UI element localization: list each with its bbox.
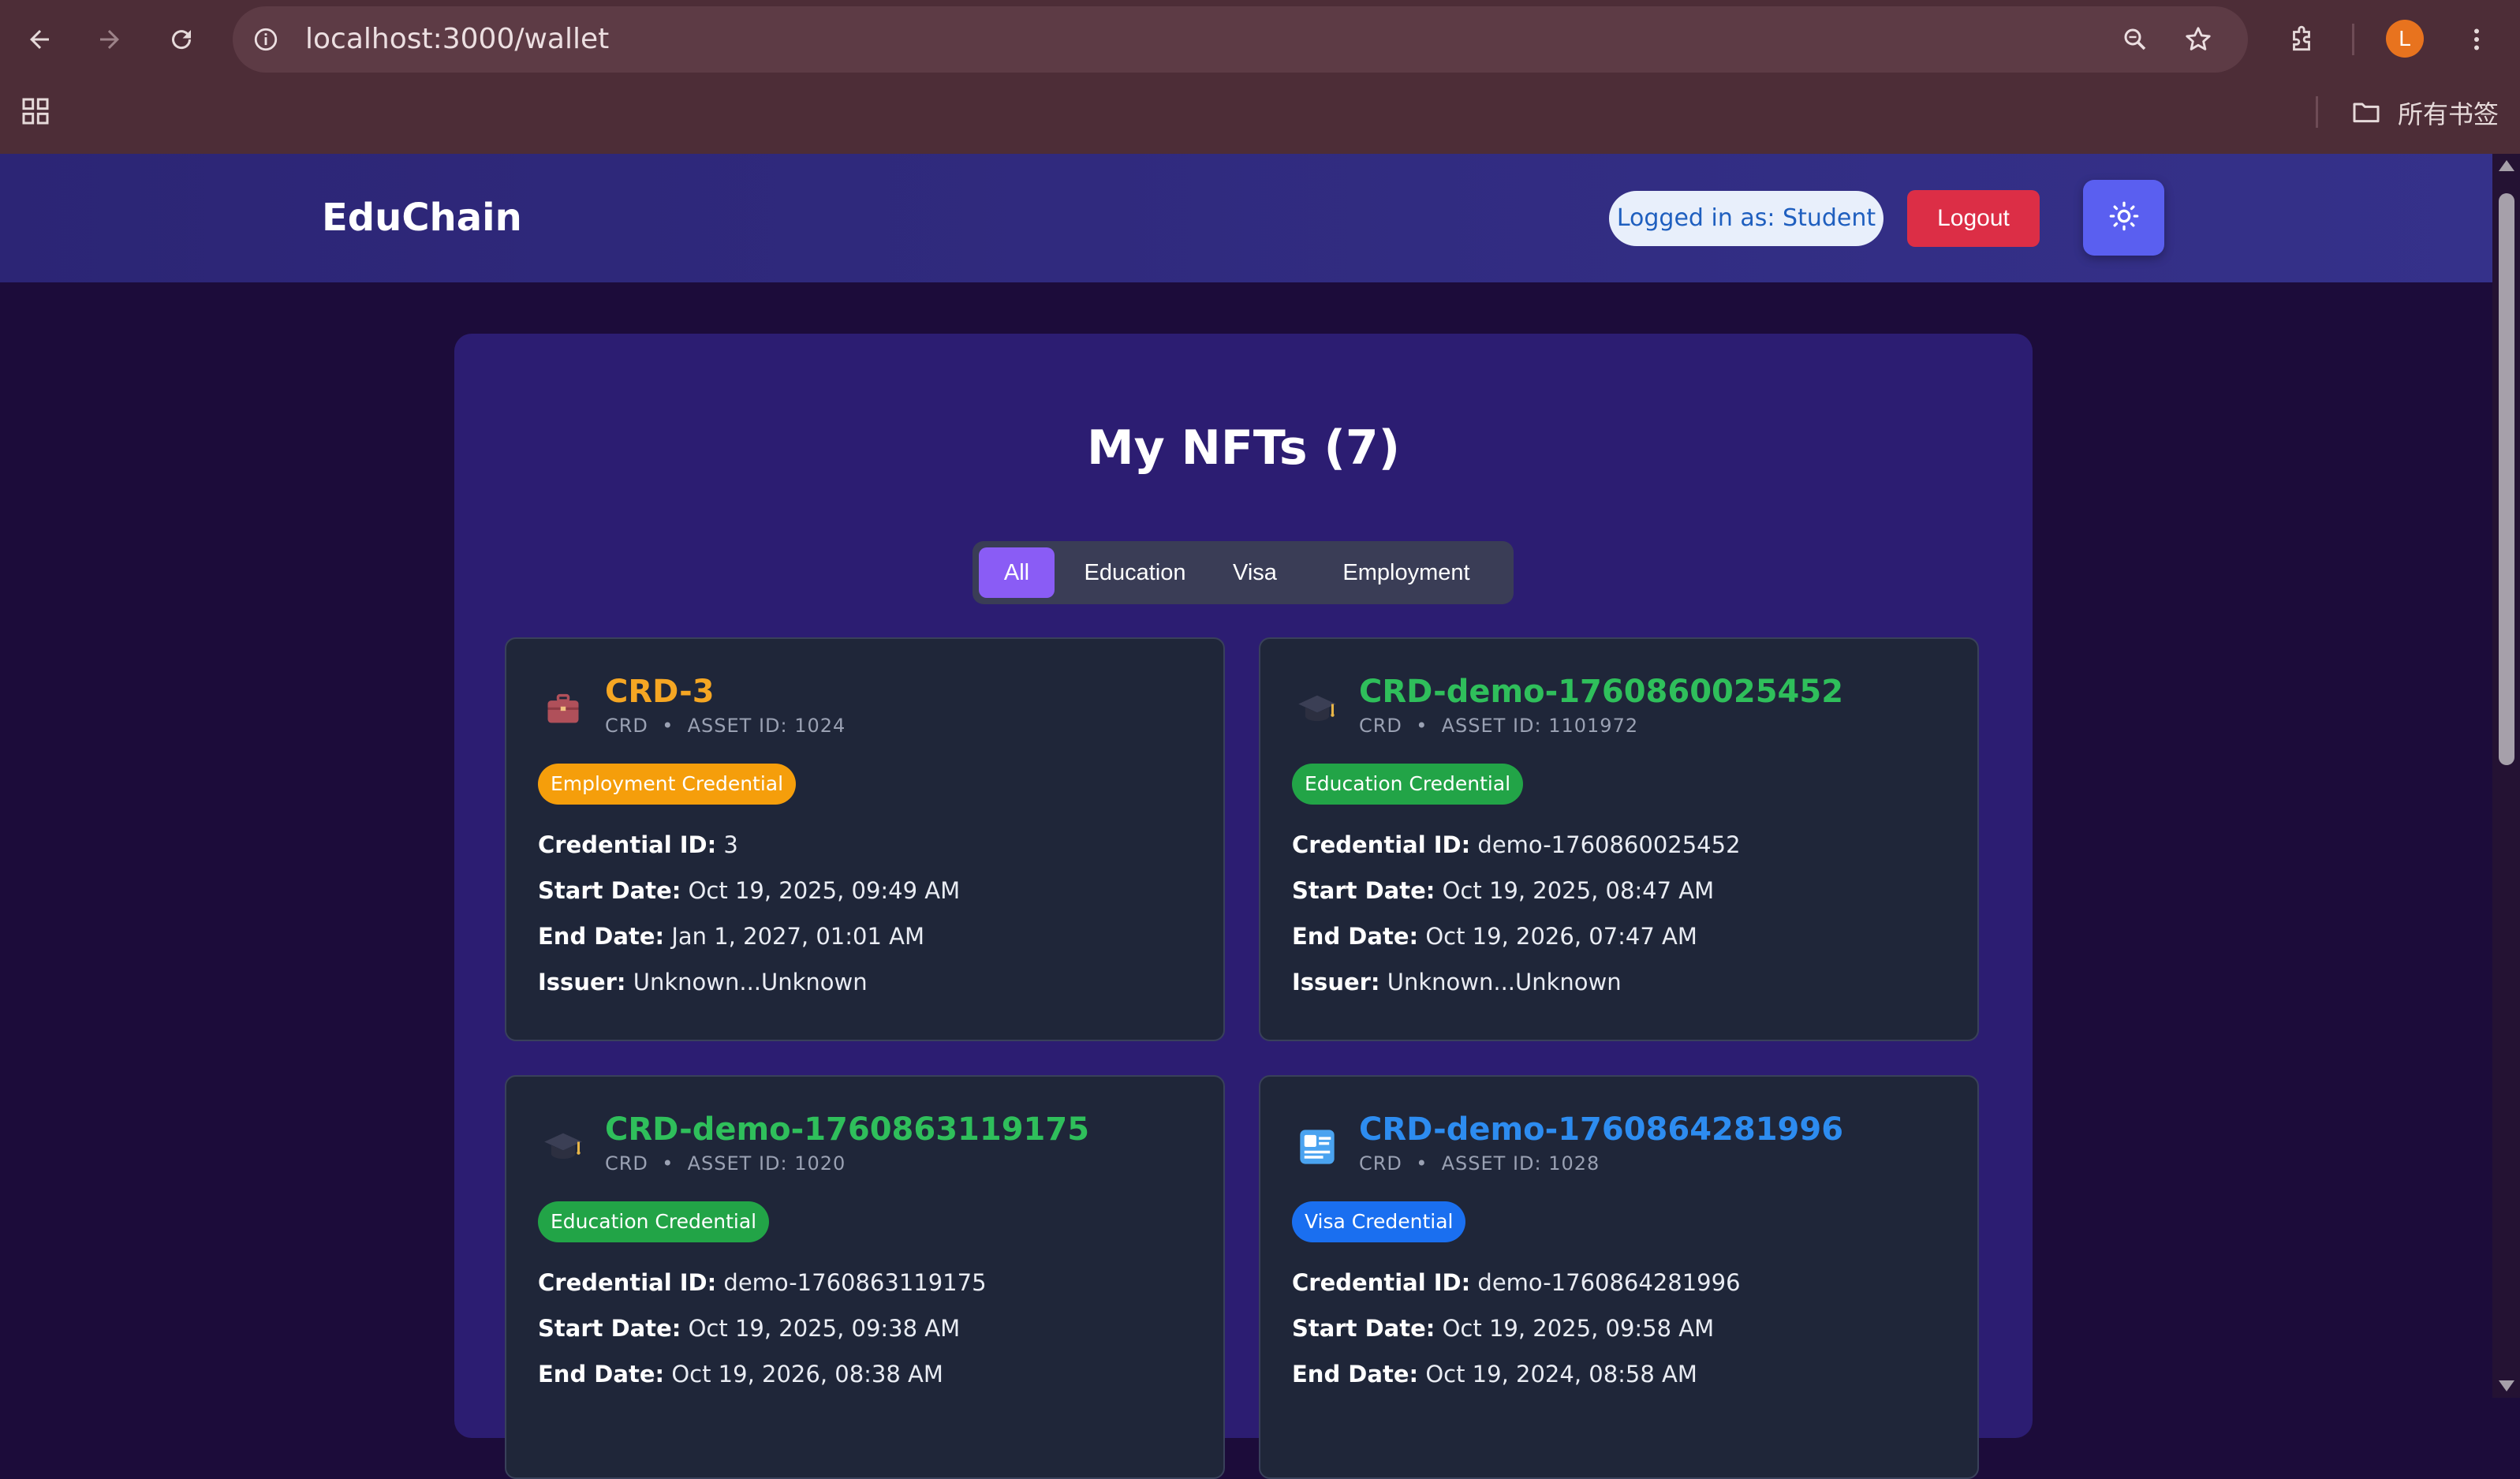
credential-id: Credential ID: demo-1760860025452 [1292,831,1741,858]
start-date: Start Date: Oct 19, 2025, 08:47 AM [1292,877,1715,904]
scroll-thumb[interactable] [2499,193,2514,765]
login-status-badge: Logged in as: Student [1609,191,1883,246]
graduation-cap-icon [1296,688,1338,730]
nft-card[interactable]: CRD-3 CRD • ASSET ID: 1024 Employment Cr… [505,637,1225,1041]
brand-logo[interactable]: EduChain [322,154,522,282]
credential-id: Credential ID: 3 [538,831,738,858]
apps-icon[interactable] [17,93,54,129]
card-title: CRD-demo-1760863119175 [605,1111,1090,1148]
main-content: My NFTs (7) All Education Visa Employmen… [0,282,2492,1479]
browser-chrome: localhost:3000/wallet L 所有书签 [0,0,2520,154]
all-bookmarks-label[interactable]: 所有书签 [2398,95,2499,134]
folder-icon[interactable] [2349,95,2384,129]
end-date: End Date: Oct 19, 2026, 08:38 AM [538,1361,943,1387]
address-bar[interactable]: localhost:3000/wallet [233,6,2248,73]
passport-icon [1296,1126,1338,1168]
end-date: End Date: Jan 1, 2027, 01:01 AM [538,923,925,950]
credential-type-badge: Education Credential [538,1201,770,1242]
card-subtitle: CRD • ASSET ID: 1020 [605,1152,846,1175]
toolbar-divider [2352,24,2354,55]
url-text[interactable]: localhost:3000/wallet [305,6,609,73]
filter-tab-employment[interactable]: Employment [1312,547,1501,598]
page-title: My NFTs (7) [1086,420,1401,476]
site-info-icon[interactable] [248,22,283,57]
card-title: CRD-demo-1760860025452 [1359,674,1844,710]
end-date: End Date: Oct 19, 2026, 07:47 AM [1292,923,1697,950]
graduation-cap-icon [542,1126,584,1168]
filter-tab-all[interactable]: All [979,547,1055,598]
issuer: Issuer: Unknown...Unknown [1292,969,1622,995]
credential-type-badge: Education Credential [1292,764,1524,805]
start-date: Start Date: Oct 19, 2025, 09:49 AM [538,877,961,904]
card-title: CRD-demo-1760864281996 [1359,1111,1844,1148]
back-arrow-icon[interactable] [22,22,57,57]
filter-tab-visa[interactable]: Visa [1214,547,1296,598]
filter-tab-education[interactable]: Education [1072,547,1198,598]
bookmarks-divider [2316,96,2318,128]
card-title: CRD-3 [605,674,715,710]
credential-type-badge: Employment Credential [538,764,797,805]
scroll-up-arrow-icon[interactable] [2499,160,2514,171]
reload-icon[interactable] [164,22,199,57]
wallet-panel: My NFTs (7) All Education Visa Employmen… [454,334,2033,1479]
filter-tabs: All Education Visa Employment [973,541,1514,604]
nft-card[interactable]: CRD-demo-1760863119175 CRD • ASSET ID: 1… [505,1075,1225,1479]
card-subtitle: CRD • ASSET ID: 1028 [1359,1152,1600,1175]
page-scrollbar[interactable] [2492,154,2520,1398]
menu-icon[interactable] [2459,22,2494,57]
extensions-icon[interactable] [2284,22,2319,57]
nft-card[interactable]: CRD-demo-1760860025452 CRD • ASSET ID: 1… [1259,637,1979,1041]
start-date: Start Date: Oct 19, 2025, 09:38 AM [538,1315,961,1342]
forward-arrow-icon[interactable] [92,22,127,57]
issuer: Issuer: Unknown...Unknown [538,969,868,995]
scroll-down-arrow-icon[interactable] [2499,1380,2514,1391]
star-icon[interactable] [2181,22,2216,57]
briefcase-icon [542,688,584,730]
end-date: End Date: Oct 19, 2024, 08:58 AM [1292,1361,1697,1387]
sun-icon [2108,200,2140,236]
zoom-icon[interactable] [2118,22,2152,57]
logout-button[interactable]: Logout [1907,190,2040,247]
nft-card[interactable]: CRD-demo-1760864281996 CRD • ASSET ID: 1… [1259,1075,1979,1479]
card-subtitle: CRD • ASSET ID: 1101972 [1359,715,1639,737]
credential-type-badge: Visa Credential [1292,1201,1466,1242]
start-date: Start Date: Oct 19, 2025, 09:58 AM [1292,1315,1715,1342]
profile-avatar[interactable]: L [2386,20,2424,58]
app-header: EduChain Logged in as: Student Logout [0,154,2492,282]
credential-id: Credential ID: demo-1760863119175 [538,1269,987,1296]
credential-id: Credential ID: demo-1760864281996 [1292,1269,1741,1296]
card-subtitle: CRD • ASSET ID: 1024 [605,715,846,737]
theme-toggle-button[interactable] [2083,180,2164,256]
